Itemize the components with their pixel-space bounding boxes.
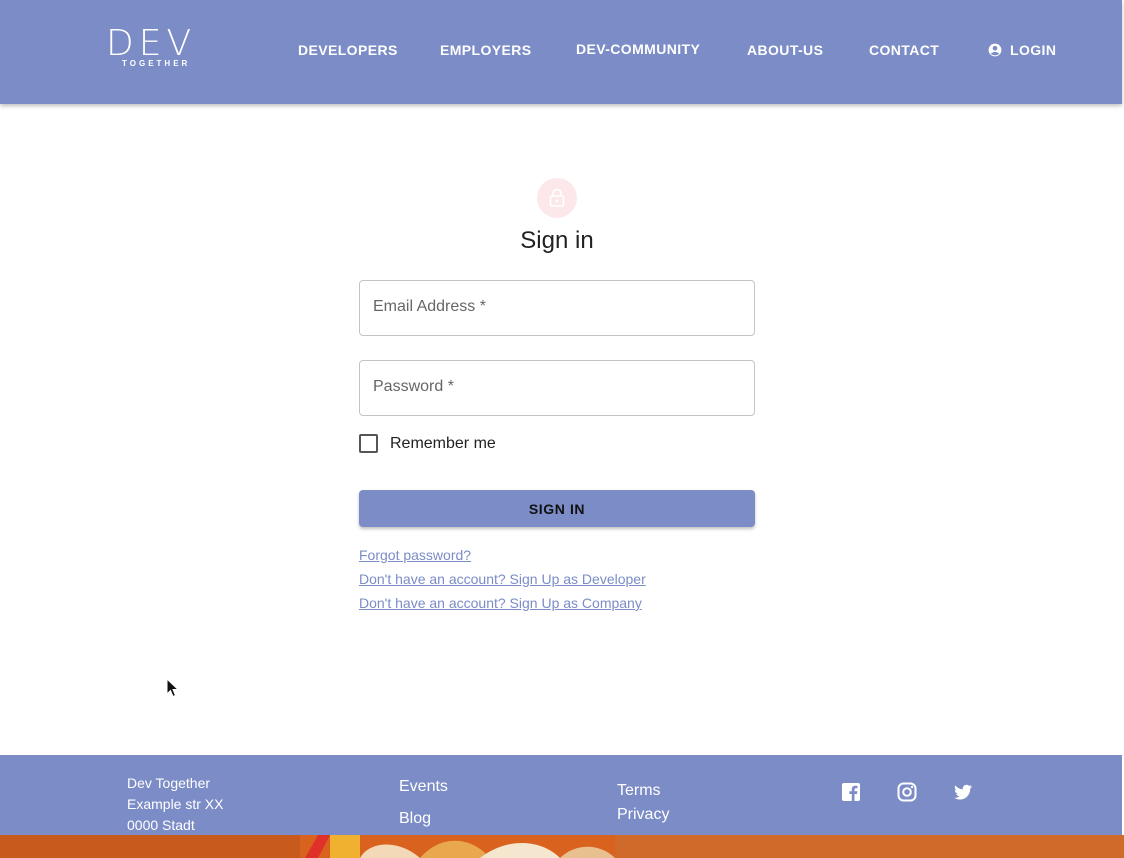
remember-me-label: Remember me — [390, 434, 496, 452]
login-label: LOGIN — [1010, 42, 1057, 58]
forgot-password-link[interactable]: Forgot password? — [359, 546, 471, 564]
footer-link-events[interactable]: Events — [399, 777, 448, 797]
nav-contact[interactable]: CONTACT — [869, 40, 939, 60]
address-line: 0000 Stadt — [127, 817, 195, 833]
decorative-banner-image — [0, 835, 1124, 858]
signup-company-link[interactable]: Don't have an account? Sign Up as Compan… — [359, 594, 642, 612]
address-line: Example str XX — [127, 796, 224, 812]
dev-together-logo[interactable]: DEV TOGETHER — [106, 24, 202, 71]
email-field-container: Email Address * — [359, 280, 755, 336]
password-field[interactable] — [360, 361, 754, 415]
footer-address: Dev Together Example str XX 0000 Stadt — [127, 773, 223, 836]
banner-artwork — [0, 835, 1124, 858]
logo-sub-text: TOGETHER — [122, 59, 191, 68]
password-field-container: Password * — [359, 360, 755, 416]
instagram-icon[interactable] — [897, 782, 917, 802]
signin-page: Sign in Email Address * Password * Remem… — [0, 104, 1124, 755]
site-header: DEV TOGETHER DEVELOPERS EMPLOYERS DEV-CO… — [0, 0, 1122, 104]
lock-avatar — [537, 178, 577, 218]
email-field[interactable] — [360, 281, 754, 335]
footer-link-privacy[interactable]: Privacy — [617, 805, 669, 825]
facebook-icon[interactable] — [841, 782, 861, 802]
nav-dev-community[interactable]: DEV-COMMUNITY — [576, 39, 700, 59]
address-line: Dev Together — [127, 775, 211, 791]
signup-developer-link[interactable]: Don't have an account? Sign Up as Develo… — [359, 570, 646, 588]
twitter-icon[interactable] — [953, 782, 973, 802]
lock-icon — [549, 188, 565, 207]
account-circle-icon — [988, 43, 1002, 57]
logo-main-text: DEV — [106, 23, 197, 64]
site-footer: Dev Together Example str XX 0000 Stadt E… — [0, 755, 1122, 835]
footer-link-terms[interactable]: Terms — [617, 781, 661, 801]
footer-link-blog[interactable]: Blog — [399, 809, 431, 829]
nav-developers[interactable]: DEVELOPERS — [298, 40, 398, 60]
remember-me[interactable]: Remember me — [359, 434, 496, 453]
signin-title: Sign in — [520, 227, 594, 254]
sign-in-button[interactable]: SIGN IN — [359, 490, 755, 527]
mouse-cursor-icon — [166, 678, 180, 698]
remember-me-checkbox[interactable] — [359, 434, 378, 453]
nav-login[interactable]: LOGIN — [988, 40, 1056, 60]
nav-about-us[interactable]: ABOUT-US — [747, 40, 823, 60]
nav-employers[interactable]: EMPLOYERS — [440, 40, 532, 60]
